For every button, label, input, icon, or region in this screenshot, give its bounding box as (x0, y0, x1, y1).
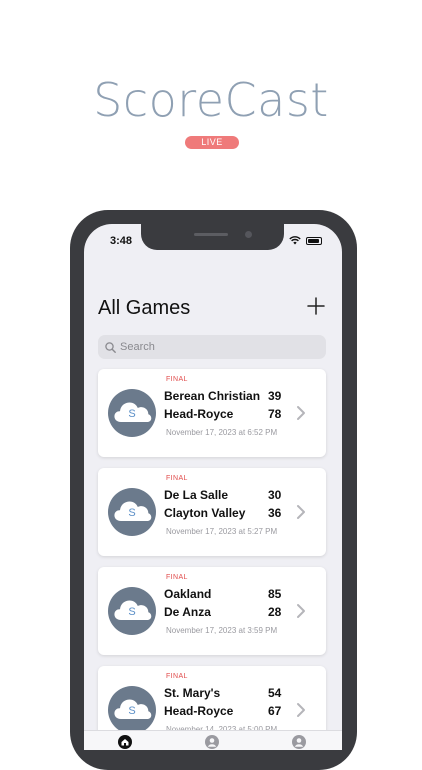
game-card[interactable]: S FINAL De La Salle 30 Clayton Valley 36 Novem… (98, 468, 326, 556)
status-time: 3:48 (110, 235, 133, 247)
live-badge: LIVE (185, 136, 239, 149)
score-home: 30 (268, 488, 282, 502)
battery-icon (306, 236, 322, 245)
game-datetime: November 17, 2023 at 3:59 PM (166, 626, 278, 635)
score-away: 28 (268, 605, 282, 619)
chevron-right-icon (297, 406, 305, 420)
team-away: Head-Royce (164, 704, 234, 718)
plus-icon[interactable] (306, 296, 326, 316)
team-away: Head-Royce (164, 407, 234, 421)
team-avatar: S (108, 488, 156, 536)
team-home: De La Salle (164, 488, 229, 502)
team-away: Clayton Valley (164, 506, 246, 520)
home-icon[interactable] (118, 735, 132, 749)
chevron-right-icon (297, 505, 305, 519)
page-title: All Games (98, 297, 191, 319)
wifi-icon (289, 236, 301, 245)
team-home: Berean Christian (164, 389, 261, 403)
score-home: 54 (268, 686, 282, 700)
status-icons (289, 236, 322, 245)
phone-screen: 3:48 All Games S FINAL Berean Christian 39 H… (84, 224, 342, 750)
tab-bar (84, 730, 342, 750)
team-home: Oakland (164, 587, 212, 601)
search-bar[interactable] (98, 335, 326, 359)
game-datetime: November 17, 2023 at 5:27 PM (166, 527, 278, 536)
game-card[interactable]: S FINAL Oakland 85 De Anza 28 November 17, 202… (98, 567, 326, 655)
score-home: 85 (268, 587, 282, 601)
search-icon (105, 341, 116, 353)
score-away: 67 (268, 704, 282, 718)
team-avatar: S (108, 389, 156, 437)
chevron-right-icon (297, 703, 305, 717)
team-away: De Anza (164, 605, 211, 619)
game-datetime: November 17, 2023 at 6:52 PM (166, 428, 278, 437)
score-away: 78 (268, 407, 282, 421)
team-avatar: S (108, 686, 156, 734)
game-card[interactable]: S FINAL Berean Christian 39 Head-Royce 78 Nove… (98, 369, 326, 457)
avatar-letter: S (128, 507, 136, 519)
person-icon[interactable] (205, 735, 219, 749)
avatar-letter: S (128, 408, 136, 420)
score-away: 36 (268, 506, 282, 520)
team-avatar: S (108, 587, 156, 635)
front-camera (245, 231, 252, 238)
avatar-letter: S (128, 705, 136, 717)
game-status: FINAL (166, 376, 188, 383)
game-status: FINAL (166, 673, 188, 680)
phone-notch (141, 224, 284, 250)
app-title: ScoreCast (93, 73, 329, 127)
chevron-right-icon (297, 604, 305, 618)
game-status: FINAL (166, 574, 188, 581)
team-home: St. Mary's (164, 686, 221, 700)
score-home: 39 (268, 389, 282, 403)
profile-icon[interactable] (292, 735, 306, 749)
speaker-grille (194, 233, 228, 236)
game-status: FINAL (166, 475, 188, 482)
search-input[interactable] (120, 341, 310, 353)
avatar-letter: S (128, 606, 136, 618)
